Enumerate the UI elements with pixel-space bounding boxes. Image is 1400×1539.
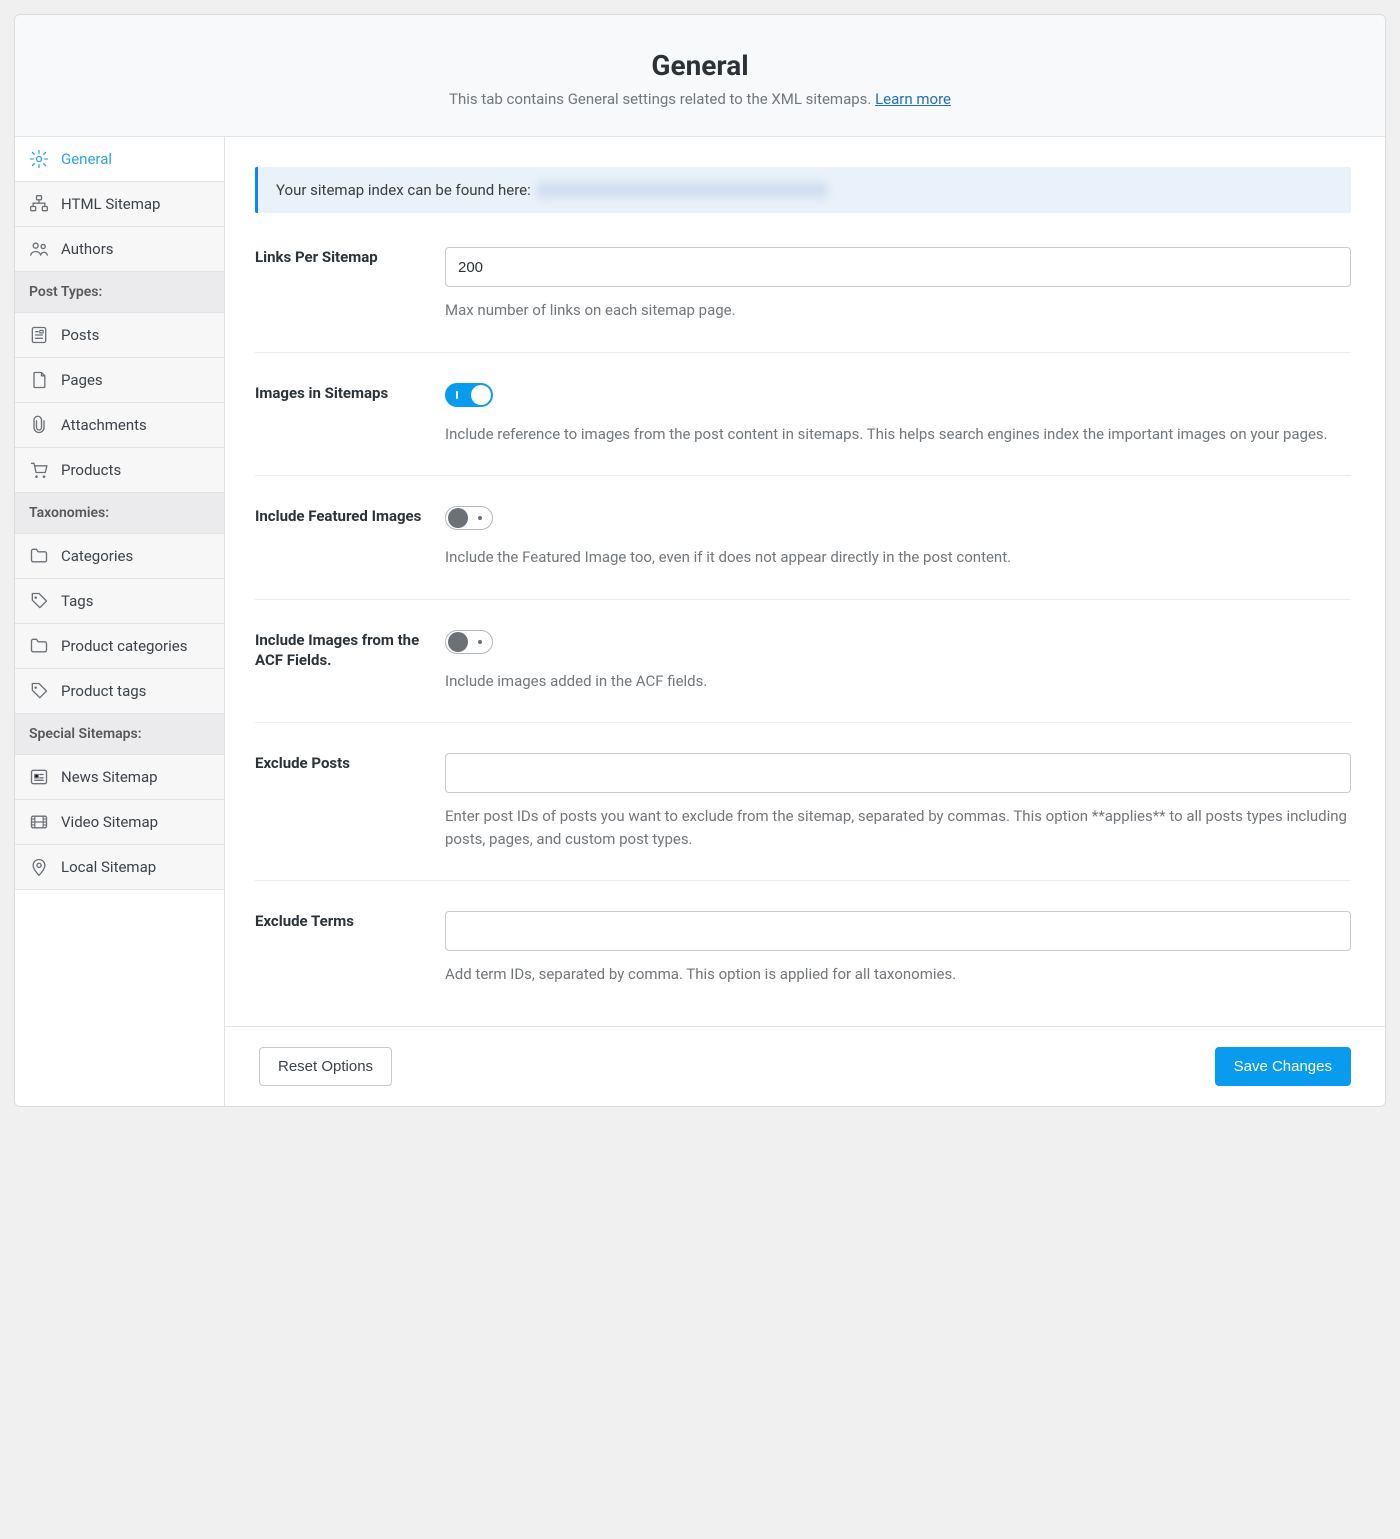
label-links-per-sitemap: Links Per Sitemap <box>255 247 425 322</box>
desc-exclude-posts: Enter post IDs of posts you want to excl… <box>445 805 1351 850</box>
post-icon <box>29 325 49 345</box>
sidebar-item-label: News Sitemap <box>61 768 158 786</box>
sidebar-item-label: Posts <box>61 326 99 344</box>
folder-icon <box>29 636 49 656</box>
sidebar-item-label: General <box>61 150 112 168</box>
reset-options-button[interactable]: Reset Options <box>259 1047 392 1086</box>
page-title: General <box>35 49 1365 82</box>
video-icon <box>29 812 49 832</box>
footer-actions: Reset Options Save Changes <box>225 1026 1385 1106</box>
desc-include-featured: Include the Featured Image too, even if … <box>445 546 1351 569</box>
row-images-in-sitemaps: Images in Sitemaps Include reference to … <box>255 352 1351 476</box>
label-exclude-terms: Exclude Terms <box>255 911 425 986</box>
sidebar-item-authors[interactable]: Authors <box>15 227 224 272</box>
pin-icon <box>29 857 49 877</box>
tag-icon <box>29 591 49 611</box>
sidebar-item-product-tags[interactable]: Product tags <box>15 669 224 714</box>
label-include-featured: Include Featured Images <box>255 506 425 569</box>
sidebar-item-tags[interactable]: Tags <box>15 579 224 624</box>
sidebar-item-pages[interactable]: Pages <box>15 358 224 403</box>
sidebar-item-local-sitemap[interactable]: Local Sitemap <box>15 845 224 890</box>
desc-include-acf: Include images added in the ACF fields. <box>445 670 1351 693</box>
gear-icon <box>29 149 49 169</box>
cart-icon <box>29 460 49 480</box>
sidebar-item-label: Video Sitemap <box>61 813 158 831</box>
sitemap-icon <box>29 194 49 214</box>
subtitle-text: This tab contains General settings relat… <box>449 90 875 108</box>
row-exclude-terms: Exclude Terms Add term IDs, separated by… <box>255 880 1351 1016</box>
include-acf-toggle[interactable] <box>445 630 493 654</box>
sidebar-group-post-types: Post Types: <box>15 272 224 313</box>
links-per-sitemap-input[interactable] <box>445 247 1351 287</box>
row-exclude-posts: Exclude Posts Enter post IDs of posts yo… <box>255 722 1351 880</box>
folder-icon <box>29 546 49 566</box>
sitemap-index-banner: Your sitemap index can be found here: <box>255 167 1351 213</box>
settings-card: General This tab contains General settin… <box>14 14 1386 1107</box>
page-subtitle: This tab contains General settings relat… <box>35 90 1365 108</box>
desc-images-in-sitemaps: Include reference to images from the pos… <box>445 423 1351 446</box>
news-icon <box>29 767 49 787</box>
sidebar-item-label: Categories <box>61 547 133 565</box>
people-icon <box>29 239 49 259</box>
include-featured-toggle[interactable] <box>445 506 493 530</box>
sidebar-item-html-sitemap[interactable]: HTML Sitemap <box>15 182 224 227</box>
sidebar-item-label: Product categories <box>61 637 187 655</box>
sidebar-item-label: Authors <box>61 240 114 258</box>
label-exclude-posts: Exclude Posts <box>255 753 425 850</box>
sidebar-item-posts[interactable]: Posts <box>15 313 224 358</box>
exclude-posts-input[interactable] <box>445 753 1351 793</box>
page-icon <box>29 370 49 390</box>
sidebar-item-label: Tags <box>61 592 93 610</box>
banner-text: Your sitemap index can be found here: <box>276 181 531 199</box>
clip-icon <box>29 415 49 435</box>
exclude-terms-input[interactable] <box>445 911 1351 951</box>
desc-exclude-terms: Add term IDs, separated by comma. This o… <box>445 963 1351 986</box>
sidebar-item-categories[interactable]: Categories <box>15 534 224 579</box>
sidebar-item-label: Product tags <box>61 682 146 700</box>
sidebar-item-video-sitemap[interactable]: Video Sitemap <box>15 800 224 845</box>
sidebar-item-label: Pages <box>61 371 103 389</box>
banner-url-redacted <box>537 182 827 198</box>
learn-more-link[interactable]: Learn more <box>875 90 951 108</box>
sidebar-item-label: HTML Sitemap <box>61 195 161 213</box>
sidebar-item-label: Attachments <box>61 416 147 434</box>
sidebar-item-attachments[interactable]: Attachments <box>15 403 224 448</box>
sidebar-item-products[interactable]: Products <box>15 448 224 493</box>
sidebar-item-news-sitemap[interactable]: News Sitemap <box>15 755 224 800</box>
sidebar-item-label: Products <box>61 461 121 479</box>
label-include-acf: Include Images from the ACF Fields. <box>255 630 425 693</box>
sidebar-item-label: Local Sitemap <box>61 858 156 876</box>
sidebar-group-special-sitemaps: Special Sitemaps: <box>15 714 224 755</box>
sidebar-item-product-categories[interactable]: Product categories <box>15 624 224 669</box>
header: General This tab contains General settin… <box>15 15 1385 137</box>
sidebar-item-general[interactable]: General <box>15 137 224 182</box>
label-images-in-sitemaps: Images in Sitemaps <box>255 383 425 446</box>
desc-links-per-sitemap: Max number of links on each sitemap page… <box>445 299 1351 322</box>
row-include-acf: Include Images from the ACF Fields. Incl… <box>255 599 1351 723</box>
save-changes-button[interactable]: Save Changes <box>1215 1047 1351 1086</box>
row-include-featured: Include Featured Images Include the Feat… <box>255 475 1351 599</box>
sidebar: General HTML Sitemap Authors Post Types: Pos… <box>15 137 225 1106</box>
row-links-per-sitemap: Links Per Sitemap Max number of links on… <box>255 247 1351 352</box>
sidebar-group-taxonomies: Taxonomies: <box>15 493 224 534</box>
main-panel: Your sitemap index can be found here: Li… <box>225 137 1385 1106</box>
images-in-sitemaps-toggle[interactable] <box>445 383 493 407</box>
tag-icon <box>29 681 49 701</box>
